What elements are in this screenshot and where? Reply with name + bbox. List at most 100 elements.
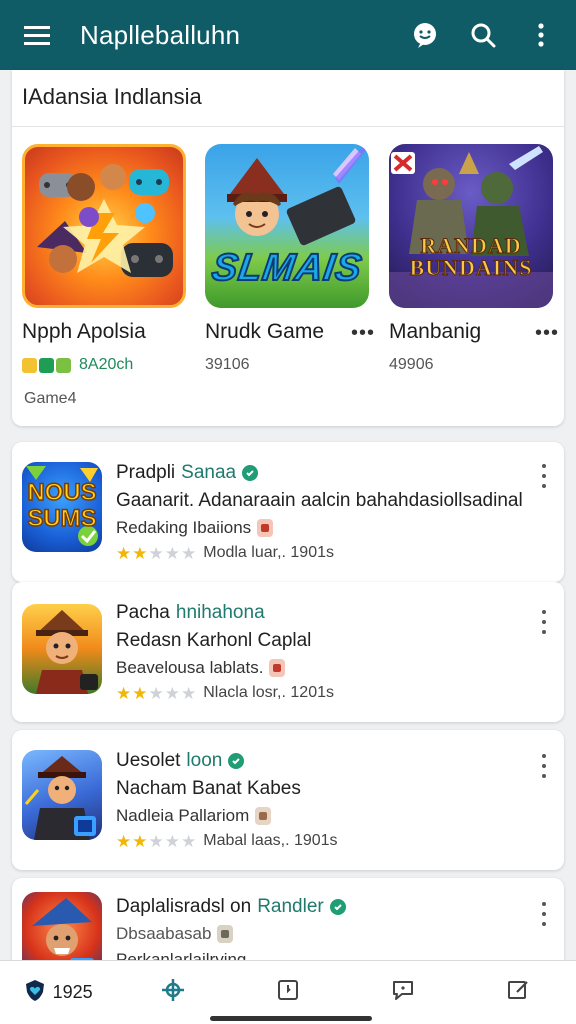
nav-item-chat[interactable] — [346, 965, 461, 1021]
app-title-row: Uesolet loon — [116, 750, 524, 772]
chat-icon — [390, 977, 416, 1008]
app-details: Pacha hnihahona Redasn Karhonl Caplal Be… — [116, 602, 524, 702]
featured-sub-label: Game4 — [24, 390, 77, 407]
more-vert-icon[interactable] — [538, 754, 550, 778]
featured-app-meta: 8A20ch — [22, 356, 133, 374]
app-developer: Randler — [257, 896, 324, 917]
more-vert-icon[interactable] — [524, 18, 558, 52]
app-description: Redasn Karhonl Caplal — [116, 630, 312, 651]
more-vert-icon[interactable] — [538, 610, 550, 634]
star-rating: ★ ★ ★ ★ ★ — [116, 833, 197, 850]
bottom-nav: 1925 — [0, 960, 576, 1024]
nav-item-library[interactable] — [230, 965, 345, 1021]
nav-count: 1925 — [52, 982, 93, 1002]
nav-item-explore[interactable] — [115, 965, 230, 1021]
featured-section: IAdansia Indlansia Npph Apolsia 8A20ch S… — [12, 70, 564, 426]
app-developer: Sanaa — [181, 462, 237, 483]
nav-item-edit[interactable] — [461, 965, 576, 1021]
featured-app-meta-text: 8A20ch — [79, 356, 134, 373]
app-icon[interactable] — [22, 604, 102, 694]
verified-icon — [329, 899, 346, 915]
featured-app-art-text: RANDAD BUNDAINS — [409, 233, 533, 280]
app-details: Daplalisradsl on Randler Dbsaabasab Perk… — [116, 896, 524, 970]
star-icon: ★ — [164, 543, 180, 563]
star-icon: ★ — [164, 683, 180, 703]
app-tagline: Beavelousa lablats. — [116, 658, 264, 677]
app-name: Daplalisradsl on — [116, 896, 252, 917]
star-icon: ★ — [116, 831, 132, 851]
star-icon: ★ — [116, 683, 132, 703]
tag-icon — [217, 925, 234, 943]
app-rating-row: ★ ★ ★ ★ ★ Modla luar,. 1901s — [116, 544, 524, 562]
featured-app-1[interactable]: Npph Apolsia 8A20ch — [22, 144, 188, 373]
app-description: Dbsaabasab — [116, 924, 212, 943]
app-stats: Modla luar,. 1901s — [203, 544, 334, 561]
badge-icon — [22, 357, 71, 373]
app-bar: Naplleballuhn — [0, 0, 576, 70]
star-rating: ★ ★ ★ ★ ★ — [116, 545, 197, 562]
tag-icon — [269, 659, 286, 677]
app-name: Pradpli — [116, 462, 176, 483]
star-icon: ★ — [148, 831, 164, 851]
featured-app-2[interactable]: SLMAIS Nrudk Game ••• 39106 — [205, 144, 374, 373]
featured-app-art[interactable] — [22, 144, 186, 308]
star-icon: ★ — [148, 543, 164, 563]
app-tagline: Redaking Ibaiions — [116, 518, 252, 537]
menu-icon[interactable] — [22, 20, 52, 50]
app-developer: loon — [186, 750, 223, 771]
featured-app-name: Npph Apolsia — [22, 320, 146, 343]
nav-item-favorites[interactable]: 1925 — [0, 965, 115, 1021]
section-title: IAdansia Indlansia — [22, 84, 202, 109]
tag-icon — [255, 807, 272, 825]
app-title-row: Daplalisradsl on Randler — [116, 896, 524, 918]
featured-app-art-text: SLMAIS — [208, 246, 365, 290]
app-name: Pacha — [116, 602, 170, 623]
app-rating-row: ★ ★ ★ ★ ★ Nlacla losr,. 1201s — [116, 684, 524, 702]
app-description: Nacham Banat Kabes — [116, 778, 301, 799]
star-icon: ★ — [164, 831, 180, 851]
featured-app-meta: 49906 — [389, 356, 434, 373]
more-horiz-icon[interactable]: ••• — [535, 322, 559, 345]
search-icon[interactable] — [466, 18, 500, 52]
app-icon[interactable]: NOUS SUMS — [22, 462, 102, 552]
app-tagline-row: Nadleia Pallariom — [116, 806, 524, 826]
verified-icon — [228, 753, 245, 769]
app-details: Uesolet loon Nacham Banat Kabes Nadleia … — [116, 750, 524, 850]
app-stats: Nlacla losr,. 1201s — [203, 684, 334, 701]
shield-heart-icon — [23, 978, 47, 1007]
more-vert-icon[interactable] — [538, 902, 550, 926]
star-icon: ★ — [132, 831, 148, 851]
star-rating: ★ ★ ★ ★ ★ — [116, 685, 197, 702]
app-developer: hnihahona — [175, 602, 265, 623]
divider — [12, 126, 564, 127]
featured-app-art[interactable]: SLMAIS — [205, 144, 369, 308]
star-icon: ★ — [181, 543, 197, 563]
featured-app-art[interactable]: RANDAD BUNDAINS — [389, 144, 553, 308]
more-vert-icon[interactable] — [538, 464, 550, 488]
app-tagline: Nadleia Pallariom — [116, 806, 250, 825]
featured-app-3[interactable]: RANDAD BUNDAINS Manbanig ••• 49906 — [389, 144, 558, 373]
bookmark-icon — [276, 978, 300, 1007]
edit-icon — [506, 978, 530, 1007]
crosshair-icon — [160, 977, 186, 1008]
star-icon: ★ — [116, 543, 132, 563]
app-title-row: Pradpli Sanaa — [116, 462, 524, 484]
tag-icon — [257, 519, 274, 537]
star-icon: ★ — [181, 683, 197, 703]
app-icon[interactable] — [22, 750, 102, 840]
app-title-row: Pacha hnihahona — [116, 602, 524, 624]
app-description: Gaanarit. Adanaraain aalcin bahahdasioll… — [116, 490, 523, 511]
app-card-3[interactable]: Uesolet loon Nacham Banat Kabes Nadleia … — [12, 730, 564, 870]
verified-icon — [242, 465, 259, 481]
chat-bubble-icon[interactable] — [408, 18, 442, 52]
star-icon: ★ — [132, 683, 148, 703]
star-icon: ★ — [181, 831, 197, 851]
home-indicator — [210, 1016, 372, 1021]
app-card-2[interactable]: Pacha hnihahona Redasn Karhonl Caplal Be… — [12, 582, 564, 722]
app-details: Pradpli Sanaa Gaanarit. Adanaraain aalci… — [116, 462, 524, 562]
more-horiz-icon[interactable]: ••• — [351, 322, 375, 345]
app-stats: Mabal laas,. 1901s — [203, 832, 338, 849]
app-card-1[interactable]: NOUS SUMS Pradpli Sanaa Gaanarit. Adanar… — [12, 442, 564, 582]
app-tagline-row: Beavelousa lablats. — [116, 658, 524, 678]
app-tagline-row: Redaking Ibaiions — [116, 518, 524, 538]
